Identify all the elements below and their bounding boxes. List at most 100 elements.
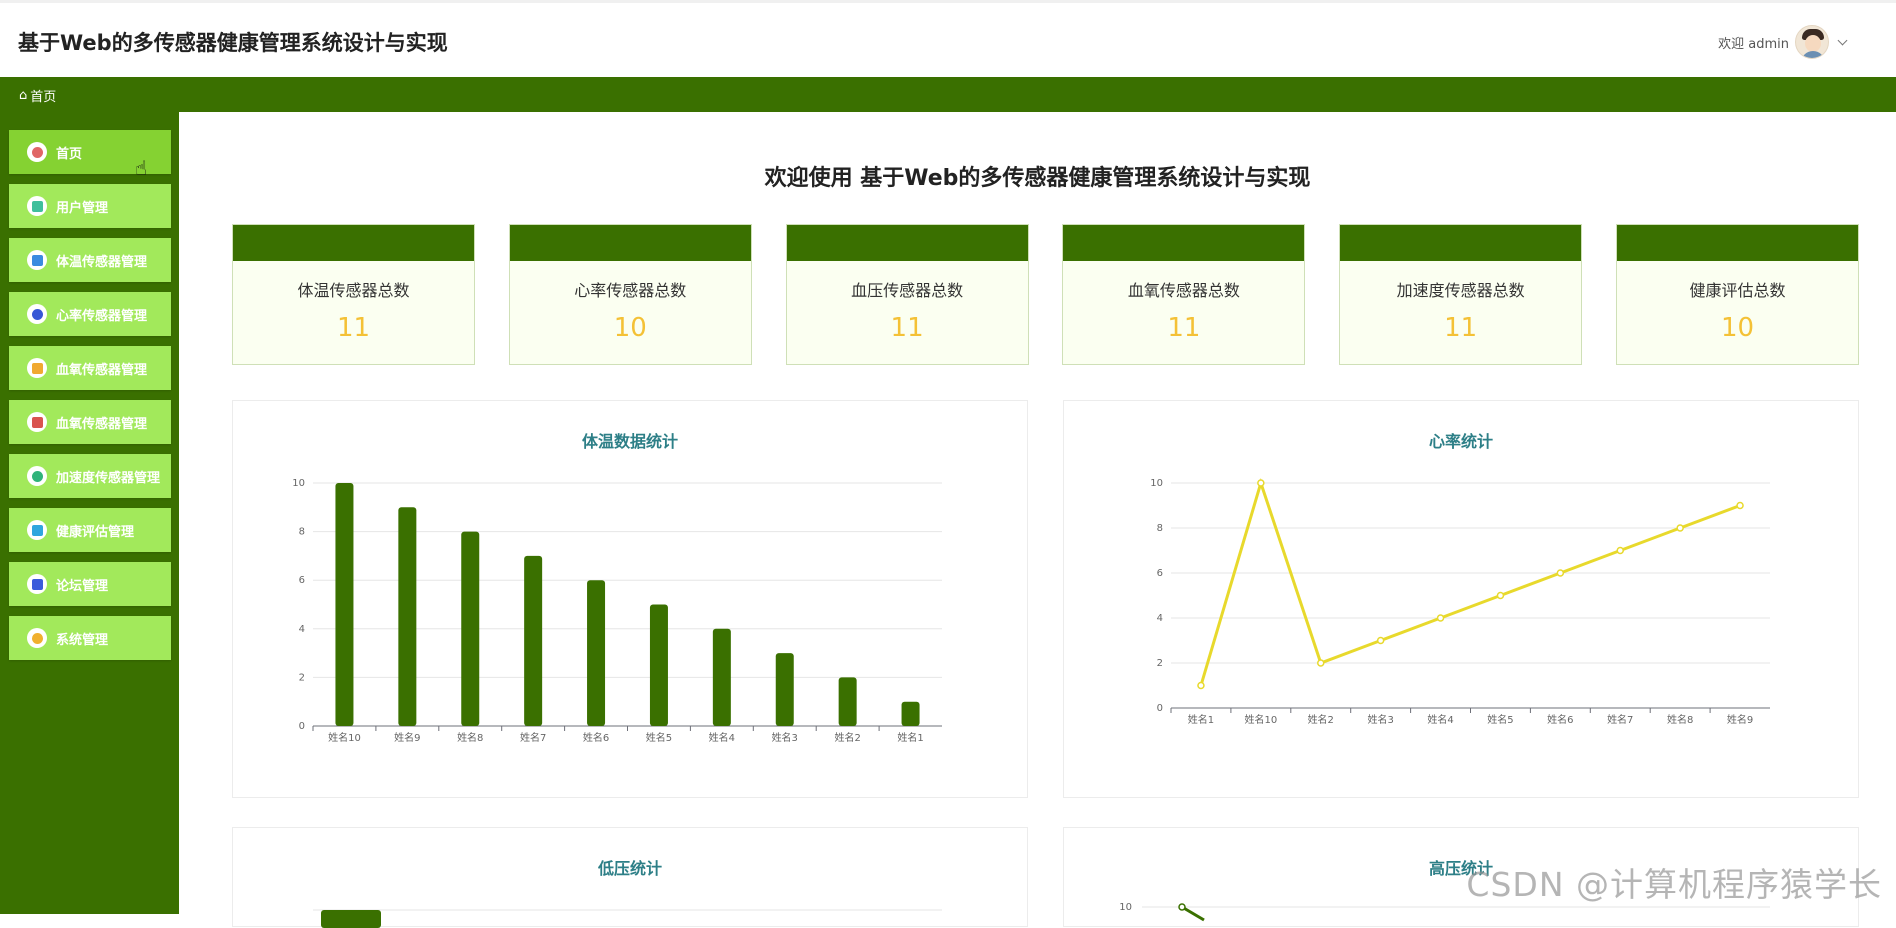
stat-value: 10 [613,313,647,343]
book-icon [27,466,47,486]
bar [335,483,354,726]
box-icon [27,358,47,378]
data-point [1317,659,1325,667]
chart-panel-heart-rate: 心率统计 0 2 4 6 8 10 姓名1 姓名10 姓名2 姓名3 姓名4 姓名5 姓名6 姓名7 姓名8… [1063,400,1859,798]
grid-icon [27,250,47,270]
bar [712,628,731,726]
x-tick-label: 姓名8 [457,731,483,744]
avatar[interactable] [1795,25,1829,59]
bar [398,507,417,726]
x-tick-label: 姓名6 [1547,713,1573,726]
bar [901,701,920,726]
sidebar-item-label: 血氧传感器管理 [56,416,148,432]
data-point [1556,569,1565,577]
sidebar-item-3[interactable]: 心率传感器管理 [9,292,171,336]
series-line [1199,477,1741,686]
stat-label: 心率传感器总数 [574,281,687,300]
data-point [1736,501,1744,510]
user-icon [27,196,47,216]
y-tick-label: 10 [1119,902,1132,913]
sidebar-item-label: 首页 [56,146,83,162]
y-tick-label: 10 [292,478,305,489]
user-menu[interactable]: 欢迎 admin [1718,25,1848,59]
chevron-down-icon[interactable] [1837,35,1848,45]
target-icon [27,412,47,432]
sidebar-item-label: 健康评估管理 [56,524,135,540]
y-tick-label: 0 [299,721,305,732]
stat-label: 健康评估总数 [1689,281,1786,300]
sidebar-item-7[interactable]: 健康评估管理 [9,508,171,552]
x-tick-label: 姓名9 [394,731,420,744]
y-tick-label: 2 [299,672,305,683]
sidebar-item-label: 加速度传感器管理 [56,470,161,486]
main-content: 欢迎使用 基于Web的多传感器健康管理系统设计与实现 体温传感器总数 11 心率传感… [179,112,1896,928]
x-tick-label: 姓名3 [772,731,798,744]
stat-card: 血氧传感器总数 11 [1062,224,1306,365]
x-tick-label: 姓名6 [583,731,609,744]
data-point [1616,546,1624,555]
sidebar-item-2[interactable]: 体温传感器管理 [9,238,171,282]
card-header-bar [1340,225,1582,261]
y-tick-label: 8 [299,527,305,538]
sidebar-item-label: 血氧传感器管理 [56,362,148,378]
page-title: 欢迎使用 基于Web的多传感器健康管理系统设计与实现 [764,166,1311,191]
card-header-bar [786,225,1028,261]
y-tick-label: 6 [1157,568,1163,579]
x-tick-label: 姓名8 [1667,713,1693,726]
stat-card: 健康评估总数 10 [1616,224,1859,365]
heart-sensor-icon [27,304,47,324]
bar [461,531,480,726]
y-tick-label: 0 [1157,703,1163,714]
mouse-cursor-icon: ☝ [135,156,148,180]
bar [649,604,668,726]
y-tick-label: 10 [1150,478,1163,489]
app-header: 基于Web的多传感器健康管理系统设计与实现 欢迎 admin [0,0,1896,77]
mail-icon [27,628,47,648]
x-tick-label: 姓名1 [897,731,923,744]
circle-icon [27,520,47,540]
stat-value: 11 [336,313,371,343]
bar [524,555,543,726]
data-point [1496,591,1505,600]
card-header-bar [1617,225,1858,261]
stat-value: 10 [1720,313,1755,343]
x-tick-label: 姓名1 [1188,713,1214,726]
x-tick-label: 姓名4 [709,731,735,744]
x-tick-label: 姓名7 [1607,713,1633,726]
list-icon [27,574,47,594]
x-tick-label: 姓名2 [1308,713,1334,726]
sidebar-item-6[interactable]: 加速度传感器管理 [9,454,171,498]
chart-panel-low-pressure: 低压统计 [232,827,1028,928]
bar [587,580,606,726]
home-icon [27,142,47,162]
stat-card: 心率传感器总数 10 [508,224,752,365]
sidebar-item-4[interactable]: 血氧传感器管理 [9,346,171,390]
stat-label: 血压传感器总数 [851,281,964,300]
bar [775,653,794,726]
stat-card: 体温传感器总数 11 [232,224,475,365]
data-point [1197,681,1205,690]
y-tick-label: 4 [1157,613,1163,624]
stat-card: 血压传感器总数 11 [785,224,1029,365]
user-greeting: 欢迎 admin [1718,36,1789,52]
sidebar-item-8[interactable]: 论坛管理 [9,562,171,606]
breadcrumb[interactable]: ⌂ 首页 [19,86,56,105]
stat-value: 11 [1444,313,1478,343]
breadcrumb-home: 首页 [30,90,57,105]
sidebar-item-1[interactable]: 用户管理 [9,184,171,228]
sidebar-item-label: 系统管理 [56,632,109,648]
low-pressure-chart [313,909,942,928]
data-point [1257,479,1265,487]
bar [321,910,381,928]
bar [838,677,857,726]
y-tick-label: 4 [299,624,305,635]
sidebar-item-label: 论坛管理 [56,578,109,594]
stat-card: 加速度传感器总数 11 [1339,224,1583,365]
stat-value: 11 [1167,313,1201,343]
y-tick-label: 8 [1157,523,1163,534]
sidebar-item-5[interactable]: 血氧传感器管理 [9,400,171,444]
sidebar-item-9[interactable]: 系统管理 [9,616,171,660]
card-header-bar [1063,225,1305,261]
x-tick-label: 姓名10 [1244,713,1277,726]
top-nav-bar: ⌂ 首页 [0,77,1896,112]
